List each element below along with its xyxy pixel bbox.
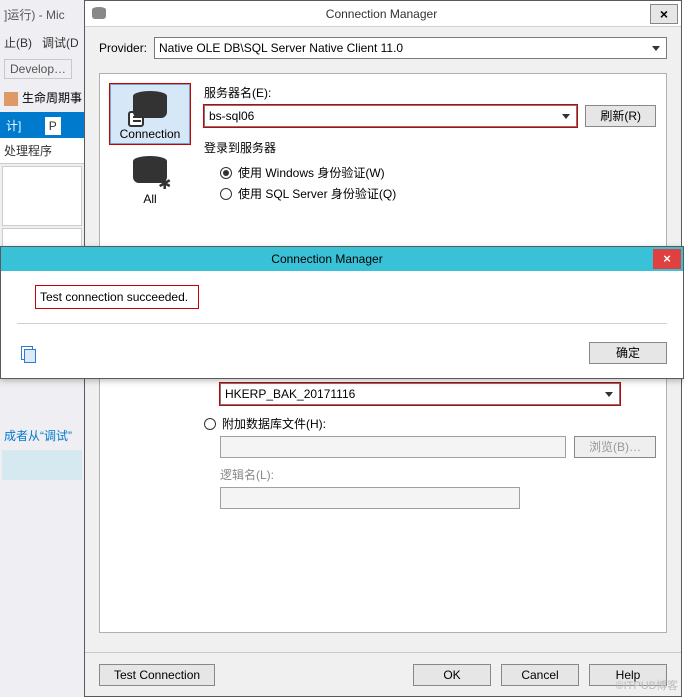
logon-group-label: 登录到服务器: [204, 139, 656, 156]
refresh-button[interactable]: 刷新(R): [585, 105, 656, 127]
menu-stop[interactable]: 止(B): [4, 36, 32, 50]
test-connection-button[interactable]: Test Connection: [99, 664, 215, 686]
category-all[interactable]: All: [110, 150, 190, 208]
ide-menu: 止(B) 调试(D: [0, 30, 84, 55]
connection-icon: [130, 89, 170, 125]
lifecycle-label: 生命周期事: [22, 91, 82, 105]
lifecycle-tab[interactable]: 生命周期事: [0, 89, 84, 106]
provider-label: Provider:: [99, 41, 154, 55]
window-footer: Test Connection OK Cancel Help: [85, 652, 681, 696]
menu-debug[interactable]: 调试(D: [42, 36, 79, 50]
dialog-close-button[interactable]: ×: [653, 249, 681, 269]
ide-title: ]运行) - Mic: [0, 0, 84, 30]
handler-label: 处理程序: [0, 138, 84, 164]
provider-value: Native OLE DB\SQL Server Native Client 1…: [159, 41, 403, 55]
radio-windows-label: 使用 Windows 身份验证(W): [238, 164, 385, 181]
radio-sql-label: 使用 SQL Server 身份验证(Q): [238, 185, 396, 202]
logical-name-label: 逻辑名(L):: [220, 466, 656, 483]
copy-icon[interactable]: [21, 346, 37, 360]
radio-attach-file[interactable]: 附加数据库文件(H):: [204, 415, 656, 432]
radio-icon: [204, 418, 216, 430]
radio-icon: [220, 188, 232, 200]
close-button[interactable]: ×: [650, 4, 678, 24]
develop-button[interactable]: Develop…: [4, 59, 72, 79]
dialog-ok-button[interactable]: 确定: [589, 342, 667, 364]
radio-attach-label: 附加数据库文件(H):: [222, 415, 326, 432]
window-title: Connection Manager: [113, 7, 650, 21]
ide-pane-3: [2, 450, 82, 480]
radio-icon: [220, 167, 232, 179]
server-value: bs-sql06: [209, 109, 254, 123]
ok-button[interactable]: OK: [413, 664, 491, 686]
category-all-label: All: [143, 192, 156, 206]
database-combo[interactable]: HKERP_BAK_20171116: [220, 383, 620, 405]
logical-name-input: [220, 487, 520, 509]
chevron-down-icon: [558, 108, 574, 124]
ide-toolbar: Develop…: [0, 55, 84, 83]
debug-link[interactable]: 成者从“调试”: [0, 423, 84, 448]
server-combo[interactable]: bs-sql06: [204, 105, 577, 127]
ide-pane-1: [2, 166, 82, 226]
provider-combo[interactable]: Native OLE DB\SQL Server Native Client 1…: [154, 37, 667, 59]
category-connection[interactable]: Connection: [110, 84, 190, 144]
design-tab[interactable]: 计] P: [0, 112, 84, 138]
dialog-message: Test connection succeeded.: [35, 285, 199, 309]
all-icon: [130, 154, 170, 190]
chevron-down-icon: [601, 386, 617, 402]
watermark: ©ITPUB博客: [616, 677, 679, 693]
window-titlebar: Connection Manager ×: [85, 1, 681, 27]
category-connection-label: Connection: [120, 127, 181, 141]
attach-file-input: [220, 436, 566, 458]
chevron-down-icon: [648, 40, 664, 56]
database-icon: [91, 7, 107, 21]
dialog-title: Connection Manager: [1, 252, 653, 266]
cancel-button[interactable]: Cancel: [501, 664, 579, 686]
browse-button: 浏览(B)…: [574, 436, 656, 458]
database-value: HKERP_BAK_20171116: [225, 387, 355, 401]
dialog-titlebar: Connection Manager ×: [1, 247, 683, 271]
server-label: 服务器名(E):: [204, 84, 656, 101]
radio-sql-auth[interactable]: 使用 SQL Server 身份验证(Q): [220, 185, 656, 202]
lifecycle-icon: [4, 92, 18, 106]
test-result-dialog: Connection Manager × Test connection suc…: [0, 246, 684, 379]
radio-windows-auth[interactable]: 使用 Windows 身份验证(W): [220, 164, 656, 181]
